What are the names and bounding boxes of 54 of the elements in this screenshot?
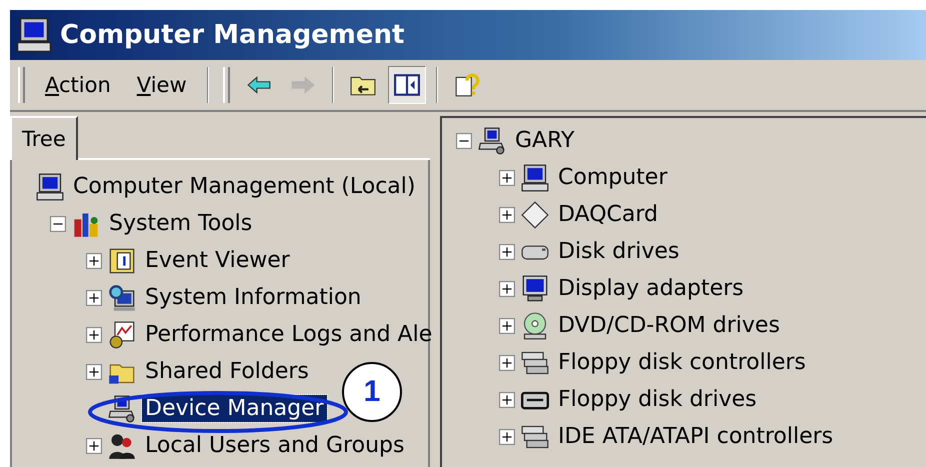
tree-item[interactable]: Device Manager [142,395,327,422]
tree-item[interactable]: Floppy disk controllers [555,349,809,376]
expand-icon[interactable] [499,428,515,444]
computer-icon [521,164,549,192]
expand-icon[interactable] [499,280,515,296]
monitor-icon [521,274,549,302]
computer-icon [478,126,506,154]
expand-icon[interactable] [499,206,515,222]
tab[interactable]: Tree [10,116,78,160]
tree-item[interactable]: System Information [142,284,364,311]
computer-icon [108,394,136,422]
expand-icon[interactable] [499,170,515,186]
expand-icon[interactable] [86,252,102,268]
expand-icon[interactable] [499,318,515,334]
collapse-icon[interactable] [50,216,66,232]
tree-item[interactable]: GARY [512,127,578,154]
callout-number: 1 [342,362,402,422]
collapse-icon[interactable] [456,132,472,148]
tree-item[interactable]: Computer [555,164,670,191]
menu-item[interactable]: View [126,69,197,101]
tree-item[interactable]: Local Users and Groups [142,432,408,459]
disc-icon [521,312,549,340]
tree-item[interactable]: Computer Management (Local) [70,173,418,200]
tree-item[interactable]: Shared Folders [142,358,312,385]
toolbar-grip[interactable] [18,67,25,103]
toolbar-button[interactable] [388,66,426,104]
computer-icon [36,172,64,200]
tree-item[interactable]: IDE ATA/ATAPI controllers [555,423,836,450]
computer-icon [16,17,52,53]
tree-item[interactable]: DVD/CD-ROM drives [555,312,783,339]
magnifier-monitor-icon [108,284,136,312]
expand-icon[interactable] [499,354,515,370]
users-icon [108,432,136,460]
expand-icon[interactable] [86,290,102,306]
window-title: Computer Management [60,20,404,50]
expand-icon[interactable] [86,326,102,342]
tree-item[interactable]: Display adapters [555,275,747,302]
help-document-icon [454,72,480,98]
tree-item[interactable]: System Tools [106,210,256,237]
tree-item[interactable]: Floppy disk drives [555,386,760,413]
expand-icon[interactable] [86,364,102,380]
tree-item[interactable]: Performance Logs and Ale [142,321,436,348]
tree-item[interactable]: Event Viewer [142,247,293,274]
tree-item[interactable]: Disk drives [555,238,682,265]
expand-icon[interactable] [499,392,515,408]
menu-item[interactable]: Action [35,69,121,101]
toolbar-grip[interactable] [222,67,230,103]
diamond-icon [521,200,549,228]
expand-icon[interactable] [86,438,102,454]
panes-icon [394,72,420,98]
tree-item[interactable]: DAQCard [555,201,661,228]
log-book-icon [108,246,136,274]
expand-icon[interactable] [499,244,515,260]
chart-gear-icon [108,320,136,348]
